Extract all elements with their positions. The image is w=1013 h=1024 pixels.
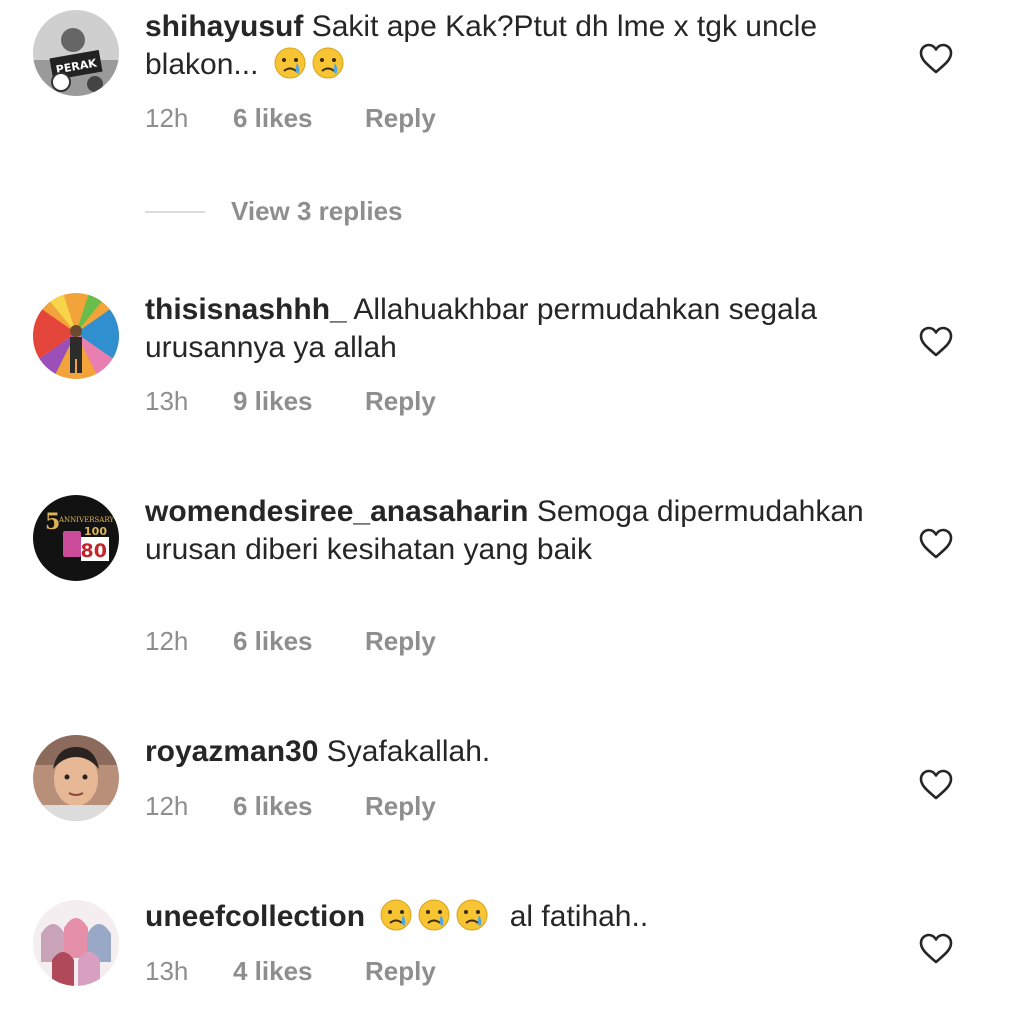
comment-likes[interactable]: 9 likes [233, 386, 365, 417]
comment-meta: 12h 6 likes Reply [145, 791, 436, 822]
crying-face-icon [274, 47, 306, 79]
comment-meta: 12h 6 likes Reply [145, 103, 436, 134]
comment-body: al fatihah.. [509, 900, 649, 933]
comment-likes[interactable]: 6 likes [233, 103, 365, 134]
reply-button[interactable]: Reply [365, 791, 436, 822]
heart-icon[interactable] [918, 933, 954, 965]
heart-icon[interactable] [918, 528, 954, 560]
avatar[interactable]: PERAK [33, 10, 119, 96]
heart-icon[interactable] [918, 43, 954, 75]
avatar[interactable]: 5 ANNIVERSARY 100 80 [33, 495, 119, 581]
comment-text: royazman30 Syafakallah. [145, 733, 865, 771]
crying-face-icon [456, 899, 488, 931]
crying-face-icon [380, 899, 412, 931]
view-replies-label: View 3 replies [231, 196, 403, 226]
heart-icon[interactable] [918, 769, 954, 801]
emoji-group [379, 899, 501, 933]
comment-text: thisisnashhh_ Allahuakhbar permudahkan s… [145, 291, 865, 367]
comment-time: 12h [145, 103, 189, 133]
replies-divider [145, 210, 205, 213]
reply-button[interactable]: Reply [365, 103, 436, 134]
comment-meta: 12h 6 likes Reply [145, 626, 436, 657]
comment-body: Syafakallah. [326, 735, 491, 768]
comment-text: uneefcollection al fatihah.. [145, 898, 865, 936]
comment-time: 12h [145, 626, 189, 656]
comment-text: shihayusuf Sakit ape Kak?Ptut dh lme x t… [145, 8, 865, 84]
comment-username[interactable]: uneefcollection [145, 900, 365, 933]
comment-likes[interactable]: 6 likes [233, 791, 365, 822]
comment-likes[interactable]: 4 likes [233, 956, 365, 987]
comment-username[interactable]: thisisnashhh_ [145, 293, 347, 326]
avatar[interactable] [33, 735, 119, 821]
emoji-group [264, 47, 348, 81]
comment-text: womendesiree_anasaharin Semoga dipermuda… [145, 493, 865, 569]
comment-username[interactable]: royazman30 [145, 735, 318, 768]
heart-icon[interactable] [918, 326, 954, 358]
avatar-label: 100 [84, 525, 107, 538]
comment-time: 13h [145, 386, 189, 416]
avatar[interactable] [33, 900, 119, 986]
reply-button[interactable]: Reply [365, 386, 436, 417]
avatar[interactable] [33, 293, 119, 379]
comment-time: 12h [145, 791, 189, 821]
crying-face-icon [418, 899, 450, 931]
reply-button[interactable]: Reply [365, 626, 436, 657]
comment-username[interactable]: womendesiree_anasaharin [145, 495, 529, 528]
reply-button[interactable]: Reply [365, 956, 436, 987]
comment-time: 13h [145, 956, 189, 986]
comment-likes[interactable]: 6 likes [233, 626, 365, 657]
comment-meta: 13h 4 likes Reply [145, 956, 436, 987]
avatar-label: 80 [81, 540, 107, 562]
crying-face-icon [312, 47, 344, 79]
comment-meta: 13h 9 likes Reply [145, 386, 436, 417]
avatar-label: ANNIVERSARY [58, 516, 114, 524]
comment-username[interactable]: shihayusuf [145, 10, 303, 43]
view-replies-button[interactable]: View 3 replies [145, 196, 403, 227]
